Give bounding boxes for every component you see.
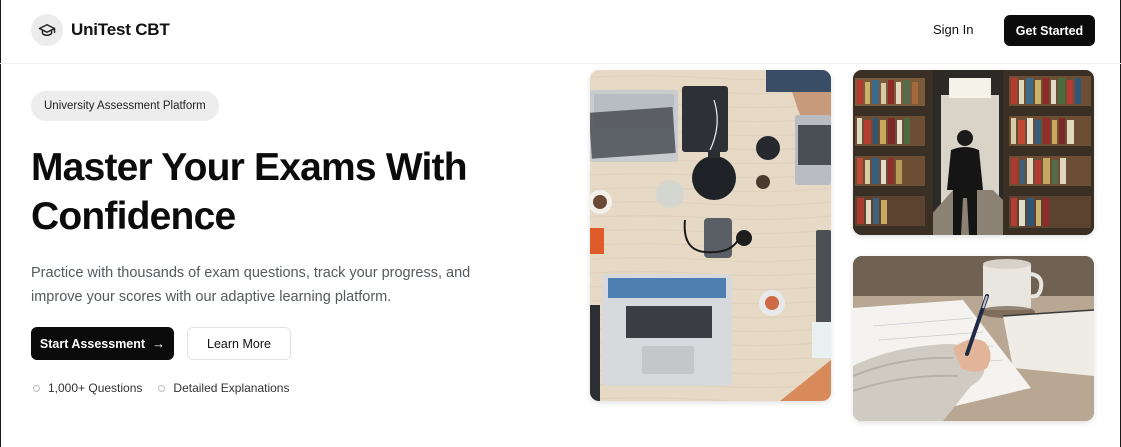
feature-explanations: Detailed Explanations <box>173 381 290 395</box>
sign-in-link[interactable]: Sign In <box>933 22 973 37</box>
library-aisle-image <box>853 70 1094 235</box>
hero-title-line-2: Confidence <box>31 195 236 238</box>
start-assessment-label: Start Assessment <box>39 336 146 351</box>
hero-title: Master Your Exams With Confidence <box>31 143 571 241</box>
hero-description-line-1: Practice with thousands of exam question… <box>31 265 471 281</box>
learn-more-button[interactable]: Learn More <box>187 327 291 360</box>
study-desk-image <box>590 70 831 401</box>
feature-item: 1,000+ Questions <box>33 381 142 395</box>
platform-badge: University Assessment Platform <box>31 91 219 121</box>
bullet-dot-icon <box>33 384 40 392</box>
feature-questions: 1,000+ Questions <box>48 381 143 395</box>
hero-description-line-2: improve your scores with our adaptive le… <box>31 289 392 305</box>
hero-description: Practice with thousands of exam question… <box>31 261 551 309</box>
start-assessment-button[interactable]: Start Assessment → <box>31 327 174 360</box>
brand-name: UniTest CBT <box>71 20 170 39</box>
feature-list: 1,000+ Questions Detailed Explanations <box>33 381 305 395</box>
graduation-cap-icon <box>31 14 63 46</box>
writing-notes-image <box>853 256 1094 421</box>
brand-logo[interactable]: UniTest CBT <box>31 14 170 46</box>
get-started-button[interactable]: Get Started <box>1004 15 1095 46</box>
hero-title-line-1: Master Your Exams With <box>31 146 468 189</box>
top-navbar: UniTest CBT Sign In Get Started <box>0 0 1121 64</box>
arrow-right-icon: → <box>152 336 166 351</box>
bullet-dot-icon <box>158 384 166 392</box>
feature-item: Detailed Explanations <box>158 381 289 395</box>
